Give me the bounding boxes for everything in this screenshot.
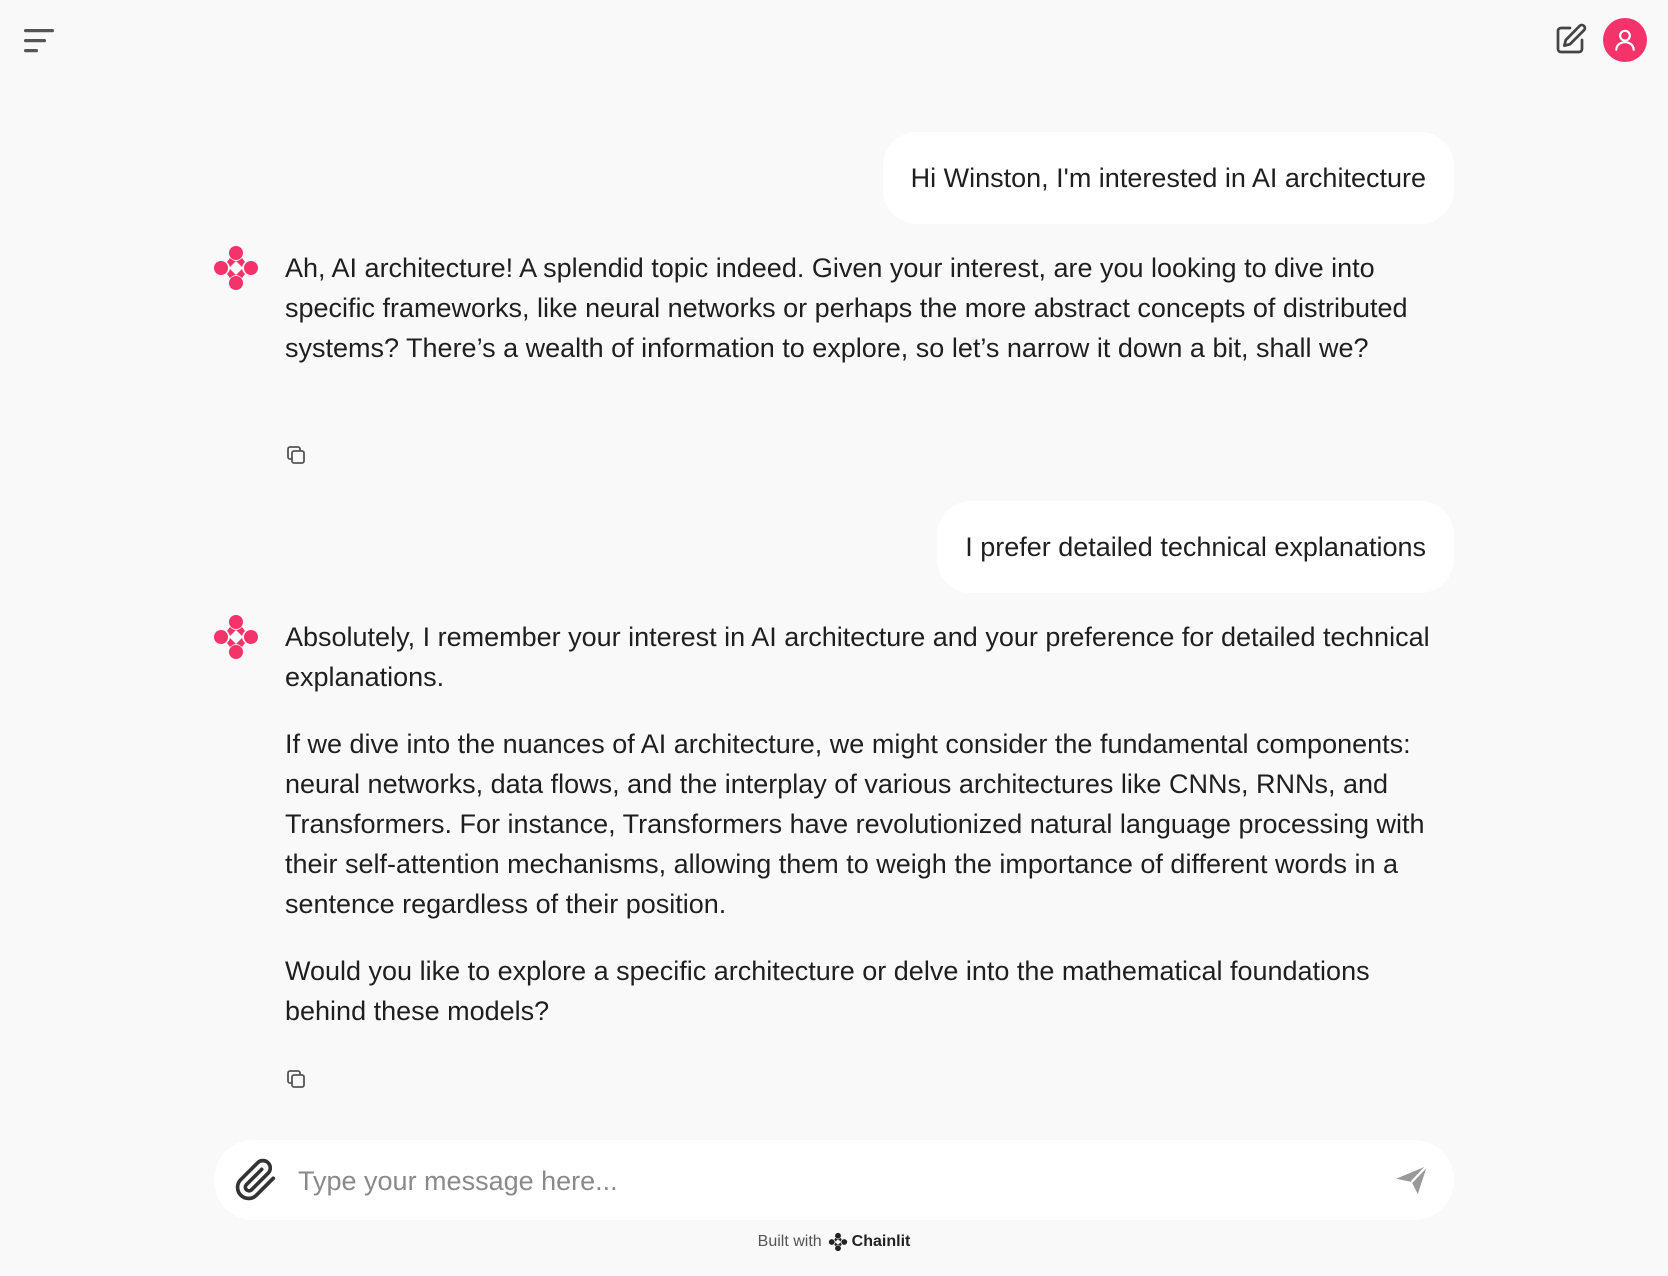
send-icon [1396, 1165, 1428, 1195]
assistant-message: Ah, AI architecture! A splendid topic in… [285, 248, 1455, 368]
assistant-message-paragraph: If we dive into the nuances of AI archit… [285, 729, 1425, 919]
paperclip-icon [235, 1158, 276, 1201]
user-message: I prefer detailed technical explanations [937, 501, 1454, 593]
message-composer [214, 1140, 1454, 1220]
assistant-message-paragraph: Would you like to explore a specific arc… [285, 956, 1370, 1026]
assistant-avatar [212, 244, 260, 292]
top-bar [0, 0, 1668, 80]
user-message-text: I prefer detailed technical explanations [965, 531, 1426, 562]
new-chat-button[interactable] [1552, 22, 1588, 58]
footer-brand-name: Chainlit [851, 1233, 911, 1250]
attach-file-button[interactable] [234, 1158, 278, 1202]
assistant-message: Absolutely, I remember your interest in … [285, 617, 1455, 1031]
sidebar-toggle-button[interactable] [20, 24, 60, 60]
copy-icon [287, 446, 305, 464]
user-icon [1615, 29, 1635, 51]
user-avatar-button[interactable] [1603, 18, 1647, 62]
footer: Built with Chainlit [0, 1232, 1668, 1252]
message-input[interactable] [296, 1154, 1360, 1208]
user-message: Hi Winston, I'm interested in AI archite… [882, 132, 1454, 224]
assistant-avatar [212, 613, 260, 661]
chainlit-logo-icon [828, 1232, 847, 1252]
chainlit-link[interactable]: Chainlit [828, 1232, 911, 1252]
footer-built-with: Built with [757, 1233, 822, 1250]
chainlit-logo-icon [214, 615, 258, 659]
edit-square-icon [1556, 23, 1587, 54]
assistant-message-paragraph: Ah, AI architecture! A splendid topic in… [285, 253, 1408, 363]
copy-button[interactable] [284, 1067, 308, 1091]
assistant-message-paragraph: Absolutely, I remember your interest in … [285, 622, 1430, 692]
chainlit-logo-icon [214, 246, 258, 290]
copy-icon [287, 1070, 305, 1088]
user-message-text: Hi Winston, I'm interested in AI archite… [910, 162, 1426, 193]
send-button[interactable] [1392, 1160, 1432, 1200]
hamburger-menu-icon [24, 29, 54, 53]
copy-button[interactable] [284, 443, 308, 467]
